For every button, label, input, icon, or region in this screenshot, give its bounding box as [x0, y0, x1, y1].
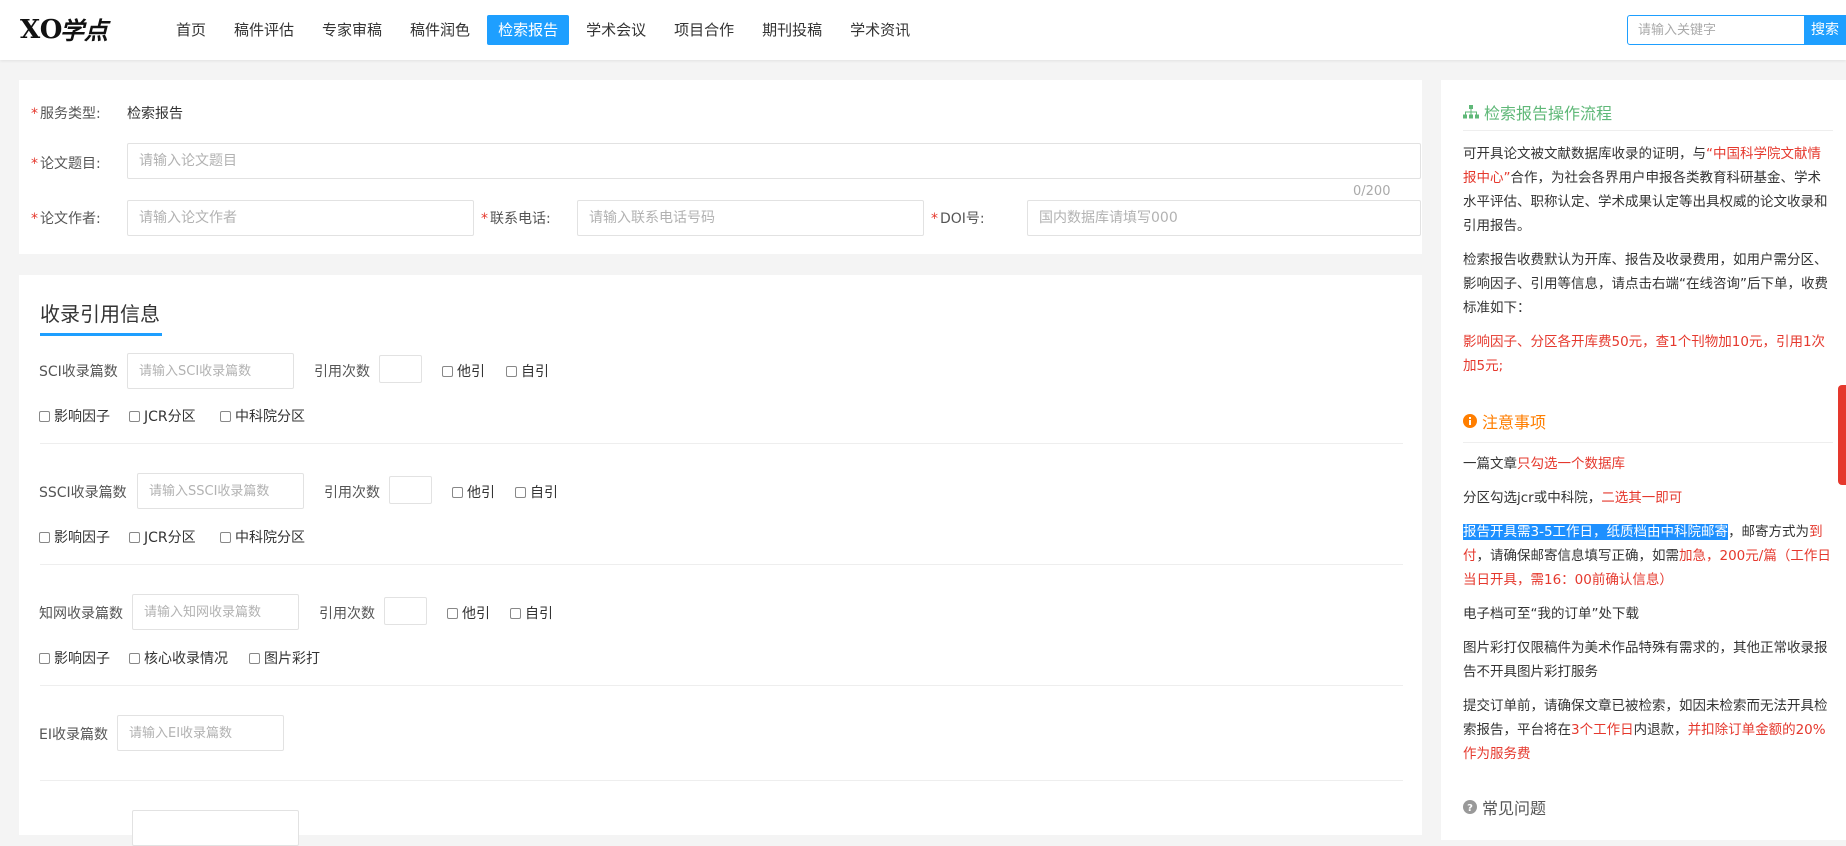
- sci-count-label: SCI收录篇数: [39, 364, 118, 380]
- sci-cite-input[interactable]: [379, 355, 422, 383]
- process-heading: 检索报告操作流程: [1463, 100, 1612, 124]
- basic-info-card: *服务类型: 检索报告 *论文题目: 0/200 *论文作者: *联系电话: *…: [19, 80, 1422, 254]
- ssci-cite-label: 引用次数: [324, 485, 380, 501]
- notice-item-3: 报告开具需3-5工作日，纸质档由中科院邮寄，邮寄方式为到付，请确保邮寄信息填写正…: [1463, 524, 1831, 588]
- online-consult-tab[interactable]: [1838, 385, 1846, 485]
- divider: [40, 443, 1403, 444]
- divider: [40, 685, 1403, 686]
- notice-title: 注意事项: [1482, 413, 1547, 432]
- sci-self-cite-checkbox[interactable]: 自引: [506, 361, 549, 381]
- fee-paragraph: 检索报告收费默认为开库、报告及收录费用，如用户需分区、影响因子、引用等信息，请点…: [1463, 252, 1828, 316]
- sci-count-input[interactable]: [127, 353, 294, 389]
- paper-title-input[interactable]: [127, 143, 1421, 179]
- service-type-value: 检索报告: [127, 106, 183, 122]
- phone-input[interactable]: [577, 200, 924, 236]
- sci-impact-factor-checkbox[interactable]: 影响因子: [39, 406, 110, 426]
- ssci-count-input[interactable]: [137, 473, 304, 509]
- nav-home[interactable]: 首页: [165, 15, 217, 45]
- ssci-jcr-checkbox[interactable]: JCR分区: [129, 527, 196, 547]
- fee-standard: 影响因子、分区各开库费50元，查1个刊物加10元，引用1次加5元;: [1463, 334, 1826, 374]
- ssci-count-label: SSCI收录篇数: [39, 485, 127, 501]
- svg-text:学点: 学点: [60, 17, 111, 45]
- notice-item-5: 图片彩打仅限稿件为美术作品特殊有需求的，其他正常收录报告不开具图片彩打服务: [1463, 640, 1828, 680]
- divider: [40, 564, 1403, 565]
- divider: [1463, 130, 1833, 131]
- divider: [1463, 442, 1833, 443]
- nav-journal-submission[interactable]: 期刊投稿: [751, 15, 833, 45]
- doi-input[interactable]: [1027, 200, 1421, 236]
- cnki-color-print-checkbox[interactable]: 图片彩打: [249, 648, 320, 668]
- divider: [40, 780, 1403, 781]
- search-button[interactable]: 搜索: [1804, 15, 1846, 45]
- ssci-impact-factor-checkbox[interactable]: 影响因子: [39, 527, 110, 547]
- nav-polishing[interactable]: 稿件润色: [399, 15, 481, 45]
- intro-paragraph: 可开具论文被文献数据库收录的证明，与“中国科学院文献情报中心”合作，为社会各界用…: [1463, 146, 1828, 234]
- next-count-input[interactable]: [132, 810, 299, 846]
- nav-conferences[interactable]: 学术会议: [575, 15, 657, 45]
- ssci-self-cite-checkbox[interactable]: 自引: [515, 482, 558, 502]
- nav-news[interactable]: 学术资讯: [839, 15, 921, 45]
- cnki-other-cite-checkbox[interactable]: 他引: [447, 603, 490, 623]
- sci-jcr-checkbox[interactable]: JCR分区: [129, 406, 196, 426]
- author-label: * 论文作者:: [31, 211, 101, 227]
- cnki-self-cite-checkbox[interactable]: 自引: [510, 603, 553, 623]
- svg-text:XO: XO: [20, 15, 62, 45]
- ei-count-label: EI收录篇数: [39, 727, 108, 743]
- cnki-count-input[interactable]: [132, 594, 299, 630]
- section-title: 收录引用信息: [40, 302, 160, 326]
- faq-title: 常见问题: [1482, 799, 1547, 818]
- sitemap-icon: [1463, 105, 1479, 119]
- ssci-other-cite-checkbox[interactable]: 他引: [452, 482, 495, 502]
- nav-retrieval-report[interactable]: 检索报告: [487, 15, 570, 45]
- sci-cite-label: 引用次数: [314, 364, 370, 380]
- cnki-core-checkbox[interactable]: 核心收录情况: [129, 648, 228, 668]
- notice-item-4: 电子档可至“我的订单”处下载: [1463, 606, 1639, 622]
- ei-count-input[interactable]: [117, 715, 284, 751]
- paper-title-label: * 论文题目:: [31, 156, 101, 172]
- citation-info-card: 收录引用信息 SCI收录篇数 引用次数 他引 自引 影响因子 JCR分区 中科院…: [19, 275, 1422, 846]
- title-char-counter: 0/200: [1353, 184, 1391, 199]
- author-input[interactable]: [127, 200, 474, 236]
- notice-item-1: 一篇文章只勾选一个数据库: [1463, 456, 1625, 472]
- top-bar: XO 学点 首页 稿件评估 专家审稿 稿件润色 检索报告 学术会议 项目合作 期…: [0, 0, 1846, 60]
- sci-other-cite-checkbox[interactable]: 他引: [442, 361, 485, 381]
- section-title-underline: [40, 333, 162, 336]
- svg-text:?: ?: [1467, 803, 1473, 814]
- notice-item-2: 分区勾选jcr或中科院，二选其一即可: [1463, 490, 1683, 506]
- question-icon: ?: [1463, 800, 1477, 814]
- info-sidebar: 检索报告操作流程 可开具论文被文献数据库收录的证明，与“中国科学院文献情报中心”…: [1441, 80, 1846, 840]
- sci-cas-checkbox[interactable]: 中科院分区: [220, 406, 305, 426]
- phone-label: * 联系电话:: [481, 211, 551, 227]
- doi-label: * DOI号:: [931, 211, 985, 227]
- main-nav: 首页 稿件评估 专家审稿 稿件润色 检索报告 学术会议 项目合作 期刊投稿 学术…: [165, 15, 927, 45]
- search-input[interactable]: [1627, 15, 1805, 45]
- notice-item-6: 提交订单前，请确保文章已被检索，如因未检索而无法开具检索报告，平台将在3个工作日…: [1463, 698, 1828, 762]
- cnki-cite-label: 引用次数: [319, 606, 375, 622]
- ssci-cas-checkbox[interactable]: 中科院分区: [220, 527, 305, 547]
- site-logo[interactable]: XO 学点: [20, 12, 112, 46]
- notice-heading: 注意事项: [1463, 409, 1546, 433]
- nav-projects[interactable]: 项目合作: [663, 15, 745, 45]
- cnki-cite-input[interactable]: [384, 597, 427, 625]
- cnki-impact-factor-checkbox[interactable]: 影响因子: [39, 648, 110, 668]
- cnki-count-label: 知网收录篇数: [39, 606, 123, 622]
- service-type-label: * 服务类型:: [31, 106, 101, 122]
- ssci-cite-input[interactable]: [389, 476, 432, 504]
- info-icon: [1463, 414, 1477, 428]
- faq-heading[interactable]: ? 常见问题: [1463, 795, 1546, 819]
- process-title: 检索报告操作流程: [1484, 104, 1613, 123]
- nav-expert-review[interactable]: 专家审稿: [311, 15, 393, 45]
- nav-manuscript-evaluation[interactable]: 稿件评估: [223, 15, 305, 45]
